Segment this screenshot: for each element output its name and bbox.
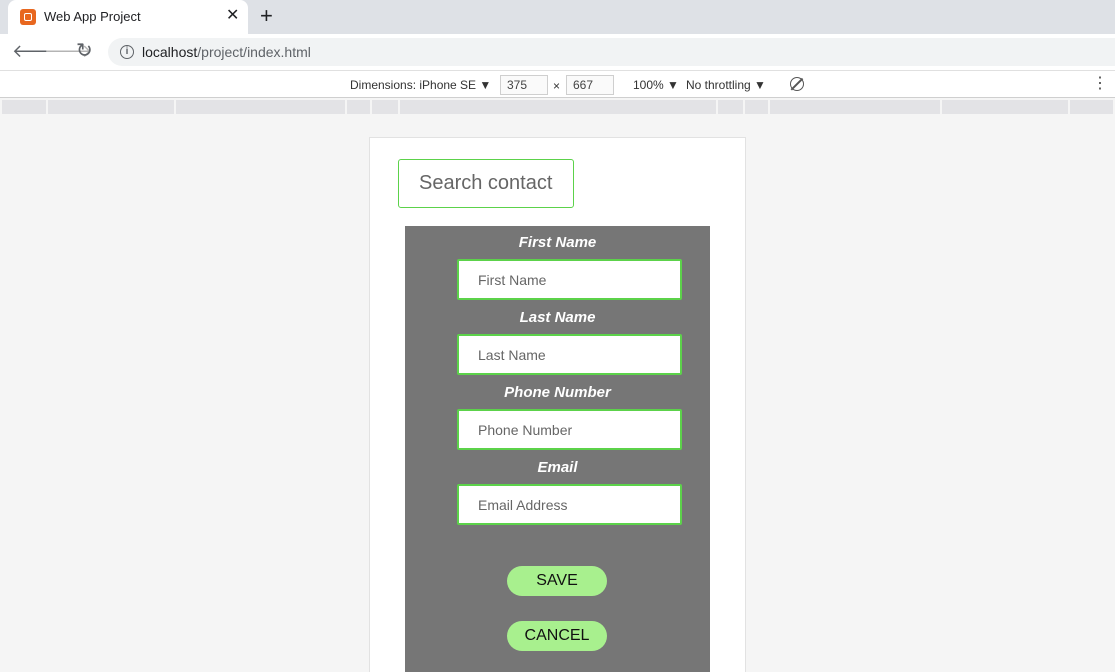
email-label: Email	[537, 459, 578, 476]
ruler-segment[interactable]	[176, 100, 345, 114]
info-icon[interactable]: i	[120, 45, 134, 59]
phone-number-input[interactable]: Phone Number	[457, 409, 682, 450]
url-path: /project/index.html	[197, 44, 311, 60]
ruler-segment[interactable]	[347, 100, 370, 114]
close-icon[interactable]: ✕	[226, 7, 239, 25]
new-tab-icon[interactable]: +	[260, 5, 273, 27]
device-height-input[interactable]	[566, 75, 614, 95]
browser-tab[interactable]: Web App Project ✕	[8, 0, 248, 34]
ruler-segment[interactable]	[2, 100, 46, 114]
first-name-input[interactable]: First Name	[457, 259, 682, 300]
contact-form: First Name First Name Last Name Last Nam…	[405, 226, 710, 672]
browser-toolbar: 🡐 🡒 ↻ i localhost/project/index.html	[0, 34, 1115, 70]
ruler-segment[interactable]	[48, 100, 174, 114]
ruler-segment[interactable]	[718, 100, 743, 114]
rotate-icon[interactable]	[790, 77, 804, 91]
ruler-segment[interactable]	[1070, 100, 1113, 114]
url-host: localhost	[142, 44, 198, 60]
last-name-label: Last Name	[519, 309, 596, 326]
xampp-favicon-icon	[20, 9, 36, 25]
media-query-ruler	[0, 98, 1115, 116]
reload-icon[interactable]: ↻	[76, 40, 93, 62]
device-viewport: Search contact First Name First Name Las…	[369, 137, 746, 672]
ruler-segment[interactable]	[400, 100, 716, 114]
email-input[interactable]: Email Address	[457, 484, 682, 525]
more-options-icon[interactable]: ⋮	[1092, 75, 1108, 93]
ruler-segment[interactable]	[372, 100, 398, 114]
ruler-segment[interactable]	[942, 100, 1068, 114]
ruler-segment[interactable]	[770, 100, 940, 114]
device-width-input[interactable]	[500, 75, 548, 95]
dimension-separator: ×	[553, 79, 561, 93]
zoom-dropdown[interactable]: 100% ▼	[633, 78, 679, 92]
phone-number-label: Phone Number	[504, 384, 611, 401]
throttling-dropdown[interactable]: No throttling ▼	[686, 78, 766, 92]
dimensions-dropdown[interactable]: Dimensions: iPhone SE ▼	[350, 78, 491, 92]
tab-strip: Web App Project ✕ +	[0, 0, 1115, 34]
tab-title: Web App Project	[44, 9, 141, 24]
first-name-label: First Name	[518, 234, 597, 251]
url-text: localhost/project/index.html	[142, 44, 311, 60]
cancel-button[interactable]: CANCEL	[507, 621, 607, 651]
search-contact-input[interactable]: Search contact	[398, 159, 574, 208]
ruler-segment[interactable]	[745, 100, 768, 114]
address-bar[interactable]: i localhost/project/index.html	[108, 38, 1115, 66]
device-toolbar: Dimensions: iPhone SE ▼ × 100% ▼ No thro…	[0, 70, 1115, 98]
save-button[interactable]: SAVE	[507, 566, 607, 596]
last-name-input[interactable]: Last Name	[457, 334, 682, 375]
